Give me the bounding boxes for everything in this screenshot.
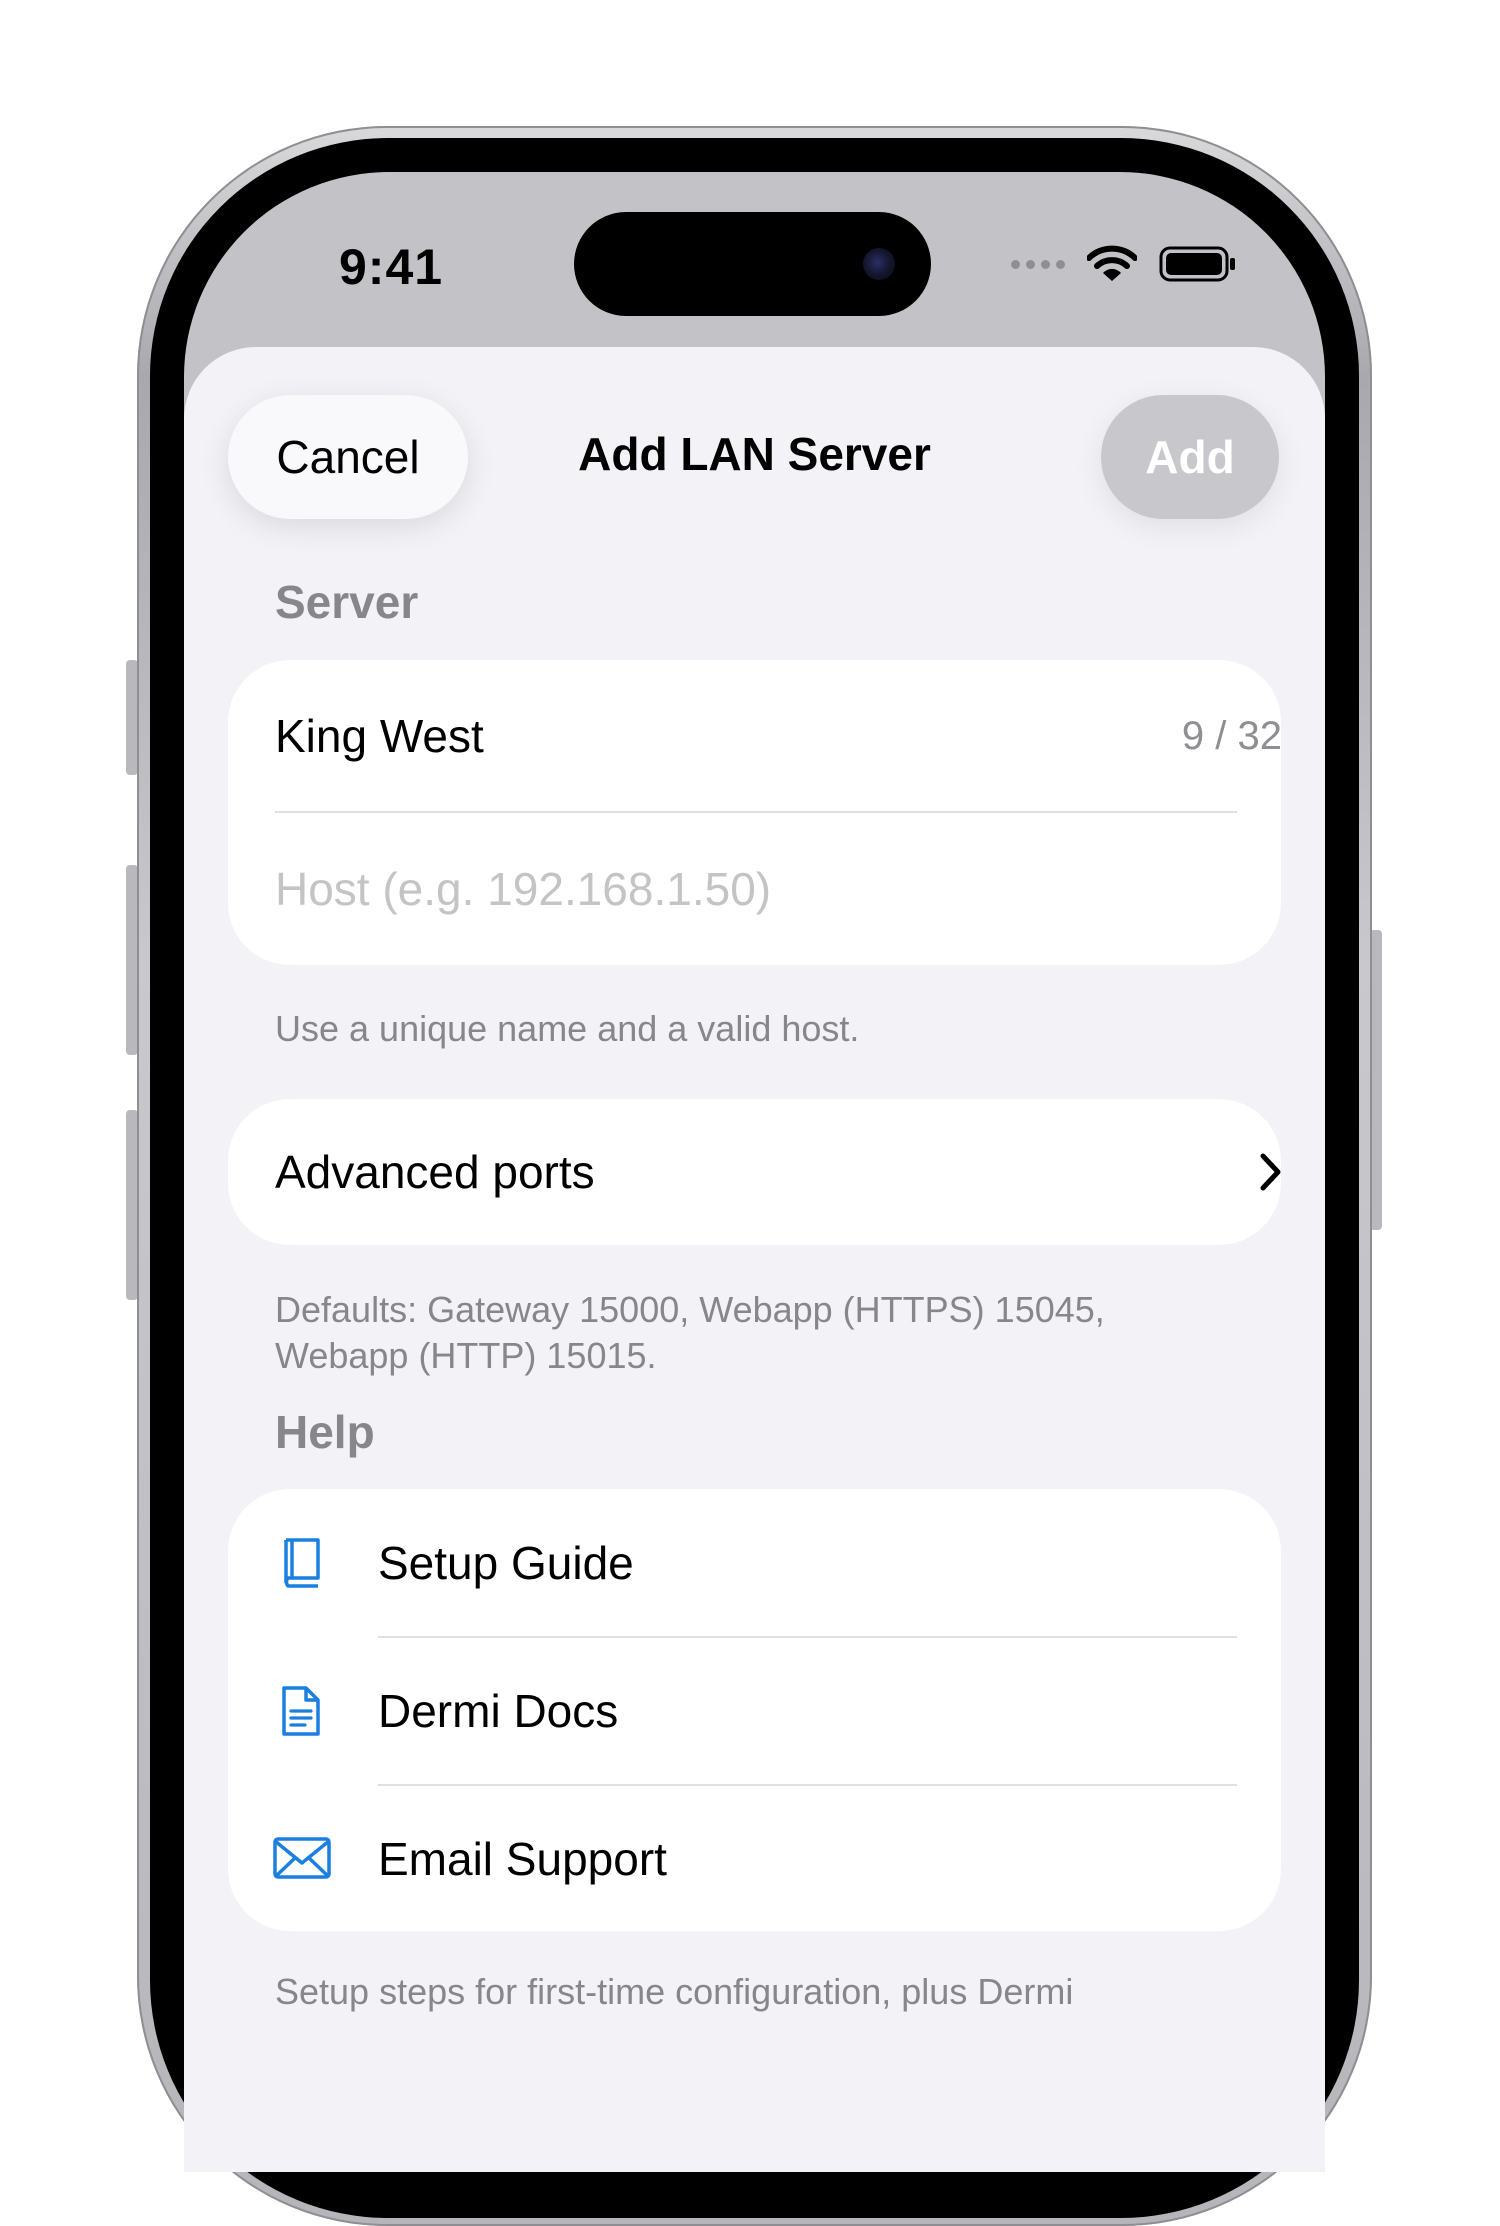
add-button[interactable]: Add <box>1101 395 1279 519</box>
name-character-counter: 9 / 32 <box>1181 713 1282 758</box>
help-item-label: Email Support <box>378 1832 667 1885</box>
front-camera-icon <box>863 248 895 280</box>
phone-screen: 9:41 Cancel Add LAN Server Add Server Ki… <box>184 172 1325 2172</box>
help-footnote: Setup steps for first-time configuration… <box>275 1971 1074 2012</box>
status-time: 9:41 <box>339 239 444 295</box>
status-bar: 9:41 <box>184 172 1325 347</box>
dynamic-island <box>574 212 931 316</box>
cellular-signal-icon <box>1011 259 1065 269</box>
battery-icon <box>1159 246 1235 282</box>
server-name-value: King West <box>275 710 484 762</box>
help-item-setup-guide[interactable]: Setup Guide <box>228 1489 1325 1637</box>
advanced-ports-label: Advanced ports <box>275 1146 595 1198</box>
wifi-icon <box>1087 245 1137 281</box>
envelope-icon <box>273 1837 331 1879</box>
server-name-field[interactable]: King West 9 / 32 <box>228 660 1325 812</box>
add-server-sheet: Cancel Add LAN Server Add Server King We… <box>184 347 1325 2172</box>
help-item-label: Dermi Docs <box>378 1685 619 1737</box>
book-icon <box>284 1538 320 1588</box>
document-icon <box>282 1686 320 1736</box>
host-input[interactable]: Host (e.g. 192.168.1.50) <box>228 813 1325 965</box>
server-section-header: Server <box>275 576 419 628</box>
help-item-label: Setup Guide <box>378 1537 634 1589</box>
advanced-ports-row[interactable]: Advanced ports <box>228 1099 1281 1245</box>
server-card: King West 9 / 32 Host (e.g. 192.168.1.50… <box>228 660 1282 965</box>
status-icons <box>1011 244 1237 284</box>
chevron-right-icon <box>1260 1153 1281 1191</box>
help-item-email-support[interactable]: Email Support <box>228 1786 1325 1931</box>
advanced-ports-content: Advanced ports <box>228 1099 1325 1245</box>
help-card: Setup Guide Dermi Docs Email Support <box>228 1489 1281 1931</box>
help-section-header: Help <box>275 1406 375 1458</box>
help-item-dermi-docs[interactable]: Dermi Docs <box>228 1638 1325 1784</box>
host-placeholder: Host (e.g. 192.168.1.50) <box>275 863 772 915</box>
advanced-ports-footnote: Defaults: Gateway 15000, Webapp (HTTPS) … <box>275 1289 1105 1376</box>
server-footnote: Use a unique name and a valid host. <box>275 1008 860 1049</box>
